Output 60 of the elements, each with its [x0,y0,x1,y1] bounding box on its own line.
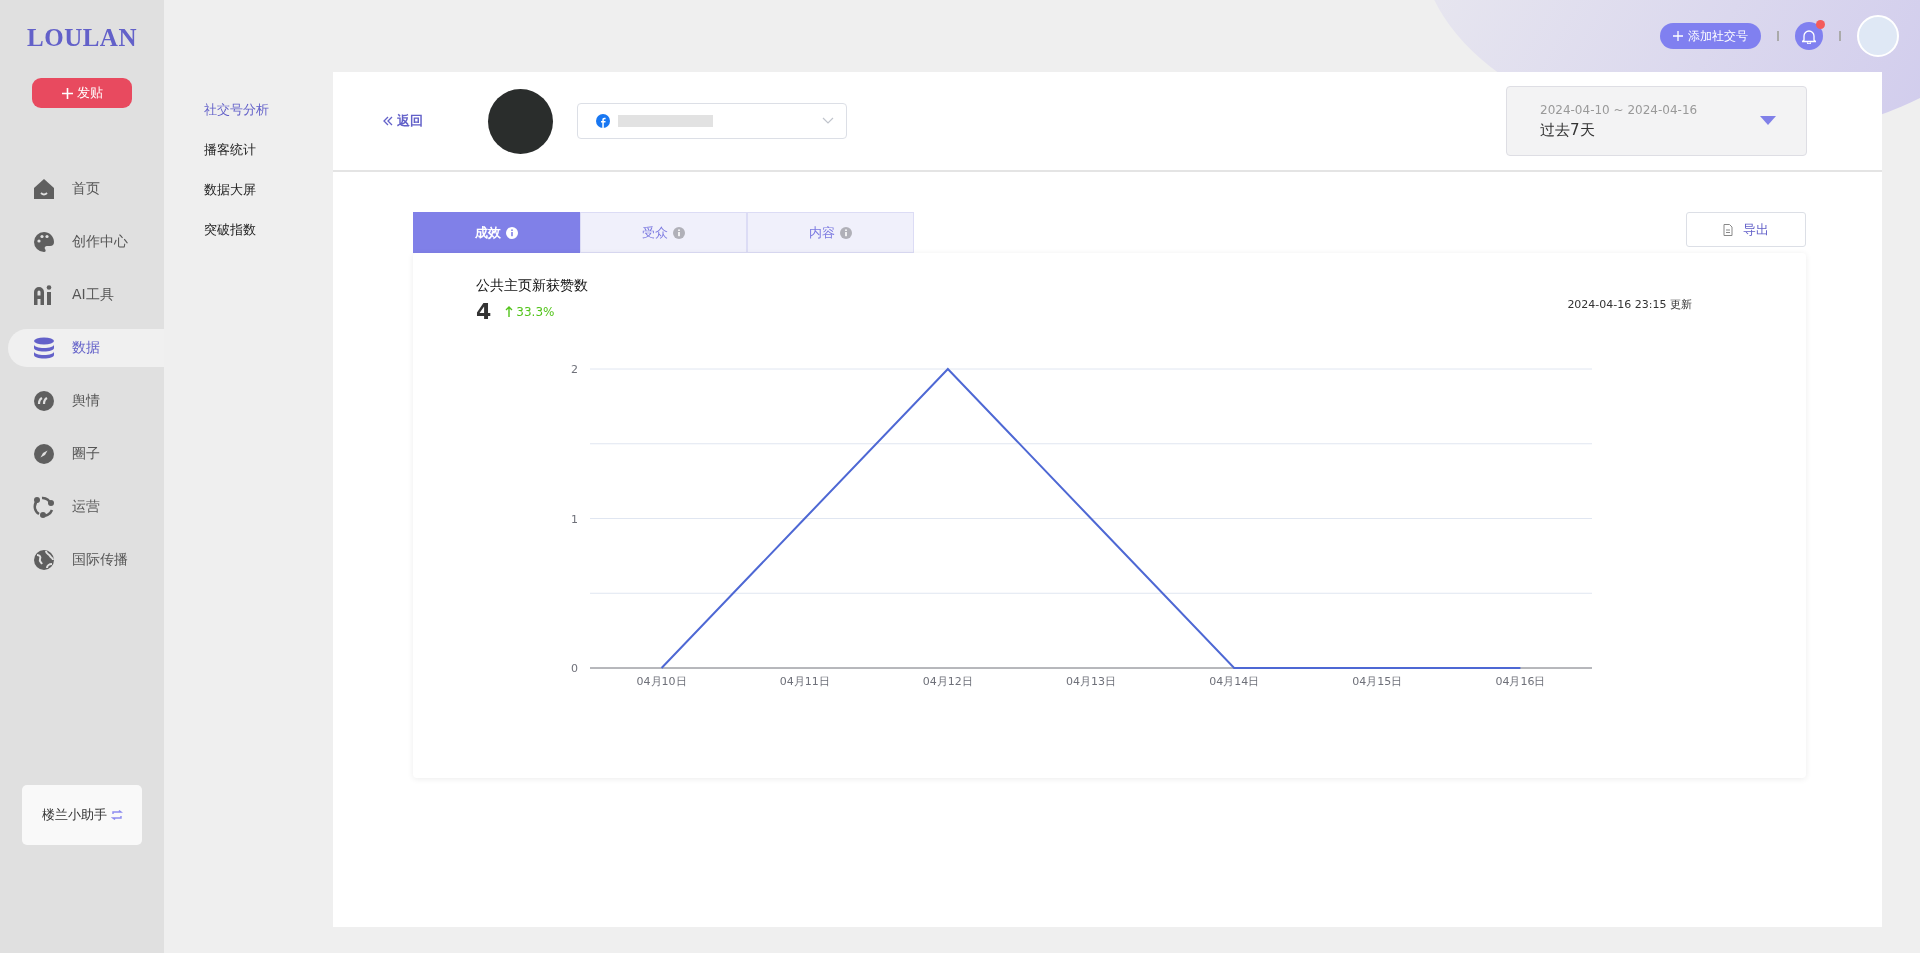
double-chevron-icon [383,116,393,126]
info-icon [673,226,685,239]
globe-icon [32,548,56,572]
subnav-item[interactable]: 突破指数 [164,219,333,240]
palette-icon [32,230,56,254]
x-tick-label: 04月13日 [1066,675,1116,688]
sidebar-item[interactable]: 舆情 [8,382,164,420]
sidebar-item[interactable]: 运营 [8,488,164,526]
export-button[interactable]: 导出 [1686,212,1806,247]
plus-icon [61,87,73,99]
quote-icon [32,389,56,413]
updated-time: 2024-04-16 23:15 更新 [1567,297,1692,313]
add-account-button[interactable]: 添加社交号 [1660,23,1761,49]
x-tick-label: 04月15日 [1352,675,1403,688]
document-icon [1723,223,1733,236]
x-tick-label: 04月12日 [922,675,973,688]
tab[interactable]: 成效 [413,212,580,253]
chevron-down-icon [822,117,834,125]
sidebar-item[interactable]: 数据 [8,329,164,367]
y-tick-label: 2 [571,363,578,376]
account-select[interactable] [577,103,847,139]
date-range: 2024-04-10 ~ 2024-04-16 [1540,102,1699,117]
arrow-up-icon [505,306,514,317]
tab[interactable]: 内容 [747,212,914,253]
info-icon [506,226,518,239]
caret-down-icon [1760,116,1776,126]
post-button[interactable]: 发贴 [32,78,132,108]
date-range-select[interactable]: 2024-04-10 ~ 2024-04-16 过去7天 [1506,86,1807,156]
y-tick-label: 1 [571,512,578,526]
info-icon [840,226,852,239]
x-tick-label: 04月10日 [636,675,687,688]
back-link[interactable]: 返回 [383,112,423,130]
logo: LOULAN [26,24,138,52]
x-tick-label: 04月16日 [1495,675,1546,688]
x-tick-label: 04月11日 [779,675,830,688]
metric-value: 4 [476,299,492,324]
subnav-item[interactable]: 播客统计 [164,139,333,160]
compass-icon [32,442,56,466]
sidebar-item[interactable]: 首页 [8,170,164,208]
sidebar-item[interactable]: 创作中心 [8,223,164,261]
sidebar-item[interactable]: 圈子 [8,435,164,473]
swap-icon [110,810,123,820]
assistant-label: 楼兰小助手 [41,806,107,824]
y-tick-label: 0 [571,662,578,675]
metric-title: 公共主页新获赞数 [476,277,588,295]
database-icon [32,336,56,360]
network-icon [32,495,56,519]
plus-icon [1673,31,1683,41]
x-tick-label: 04月14日 [1209,675,1260,688]
home-icon [32,177,56,201]
tab[interactable]: 受众 [580,212,747,253]
sidebar-item[interactable]: AI工具 [8,276,164,314]
assistant-card[interactable]: 楼兰小助手 [22,785,142,845]
sidebar-item[interactable]: 国际传播 [8,541,164,579]
bell-icon [1802,28,1816,44]
metric-change: 33.3% [505,304,555,319]
facebook-icon [596,114,610,128]
subnav-item[interactable]: 社交号分析 [164,99,333,120]
date-preset: 过去7天 [1540,120,1596,140]
subnav-item[interactable]: 数据大屏 [164,179,333,200]
